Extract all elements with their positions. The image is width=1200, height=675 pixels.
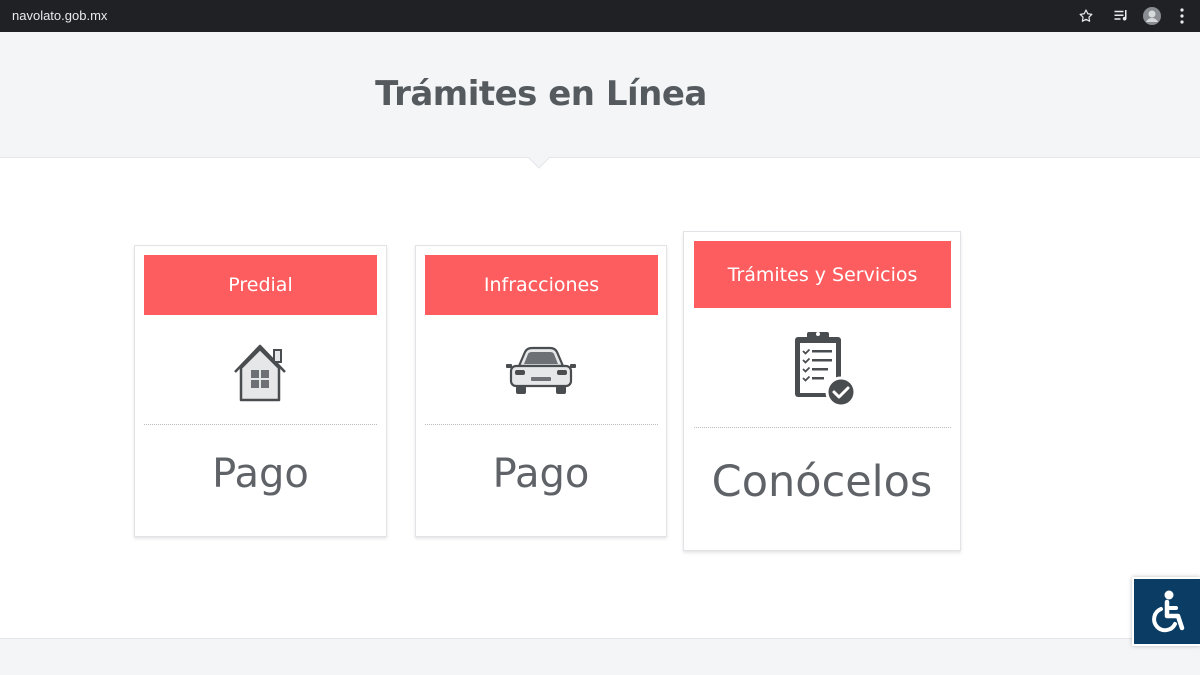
profile-icon[interactable] — [1142, 6, 1162, 26]
tramites-servicios-button[interactable]: Trámites y Servicios — [694, 241, 951, 308]
card-predial: Predial Pago — [134, 245, 387, 537]
house-icon — [226, 336, 294, 406]
card-divider — [694, 427, 951, 428]
card-caption[interactable]: Pago — [416, 451, 666, 497]
card-caption[interactable]: Pago — [135, 451, 386, 497]
star-icon[interactable] — [1076, 6, 1096, 26]
wheelchair-icon — [1152, 590, 1185, 632]
footer-band — [0, 638, 1200, 675]
page-title: Trámites en Línea — [375, 74, 707, 114]
card-divider — [144, 424, 377, 425]
predial-button[interactable]: Predial — [144, 255, 377, 315]
address-bar-url[interactable]: navolato.gob.mx — [12, 8, 107, 23]
car-icon — [502, 342, 580, 400]
card-caption[interactable]: Conócelos — [684, 457, 960, 507]
menu-icon[interactable] — [1172, 6, 1192, 26]
playlist-icon[interactable] — [1112, 6, 1132, 26]
infracciones-button[interactable]: Infracciones — [425, 255, 658, 315]
card-infracciones: Infracciones Pago — [415, 245, 667, 537]
card-divider — [425, 424, 658, 425]
header-pointer-arrow — [528, 157, 550, 169]
card-tramites-servicios: Trámites y Servicios Conócelos — [683, 231, 961, 551]
clipboard-check-icon — [786, 328, 862, 410]
browser-toolbar: navolato.gob.mx — [0, 0, 1200, 32]
accessibility-button[interactable] — [1132, 577, 1200, 646]
